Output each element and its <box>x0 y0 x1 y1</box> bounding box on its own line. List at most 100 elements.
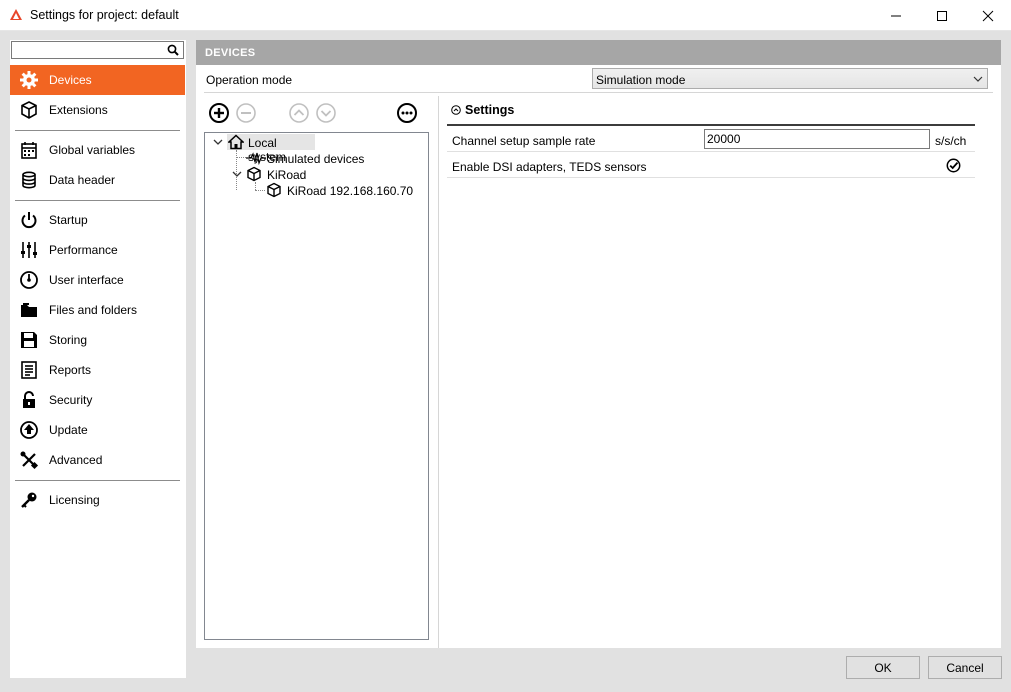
sidebar-item-label: Update <box>49 423 88 437</box>
lock-icon <box>19 390 39 410</box>
plus-circle-icon <box>209 103 229 123</box>
sidebar: Devices Extensions Global variables Data… <box>10 40 186 678</box>
sidebar-item-label: Security <box>49 393 93 407</box>
cancel-button[interactable]: Cancel <box>928 656 1002 679</box>
section-title: DEVICES <box>196 40 1001 65</box>
sidebar-item-label: Storing <box>49 333 88 347</box>
sample-rate-field <box>704 129 930 149</box>
minus-circle-icon <box>236 103 256 123</box>
sidebar-divider <box>15 130 180 131</box>
sidebar-item-label: Reports <box>49 363 92 377</box>
database-icon <box>19 170 39 190</box>
sidebar-item-label: Advanced <box>49 453 103 467</box>
ok-button[interactable]: OK <box>846 656 920 679</box>
sidebar-divider <box>15 480 180 481</box>
close-button[interactable] <box>965 0 1011 31</box>
more-options-button[interactable] <box>396 102 418 124</box>
maximize-button[interactable] <box>919 0 965 31</box>
dsi-adapters-row: Enable DSI adapters, TEDS sensors <box>447 153 975 178</box>
tree-connector <box>255 182 256 190</box>
operation-mode-row: Operation mode Simulation mode <box>196 67 1001 91</box>
sidebar-item-storing[interactable]: Storing <box>10 325 185 355</box>
sidebar-item-data-header[interactable]: Data header <box>10 165 185 195</box>
calendar-icon <box>19 140 39 160</box>
sidebar-item-label: Licensing <box>49 493 100 507</box>
operation-mode-select[interactable]: Simulation mode <box>592 68 988 89</box>
chevron-down-icon <box>973 76 983 82</box>
search-icon[interactable] <box>167 44 179 56</box>
tree-connector <box>255 190 265 191</box>
search-box <box>11 41 184 59</box>
tree-node-label: Simulated devices <box>267 152 365 166</box>
folder-icon <box>19 300 39 320</box>
sidebar-item-label: Performance <box>49 243 118 257</box>
panel-splitter[interactable] <box>438 96 439 648</box>
tree-node-kiroad[interactable]: KiRoad <box>246 166 326 182</box>
tree-node-kiroad-device[interactable]: KiRoad 192.168.160.70 <box>266 182 416 198</box>
settings-title: Settings <box>465 103 515 117</box>
sliders-icon <box>19 240 39 260</box>
sidebar-item-extensions[interactable]: Extensions <box>10 95 185 125</box>
devices-panel: DEVICES Operation mode Simulation mode L… <box>196 40 1001 648</box>
sidebar-item-label: Data header <box>49 173 116 187</box>
minimize-icon <box>891 15 901 16</box>
app-logo-icon <box>10 9 22 20</box>
gear-icon <box>19 70 39 90</box>
divider <box>447 124 975 126</box>
waveform-icon <box>246 152 266 165</box>
sidebar-item-label: Startup <box>49 213 88 227</box>
sidebar-item-startup[interactable]: Startup <box>10 205 185 235</box>
tools-icon <box>19 450 39 470</box>
tree-node-simulated-devices[interactable]: Simulated devices <box>246 150 366 166</box>
chevron-down-icon[interactable] <box>213 137 223 147</box>
document-icon <box>19 360 39 380</box>
cube-icon <box>19 100 39 120</box>
tree-node-label: KiRoad 192.168.160.70 <box>287 184 414 198</box>
search-input[interactable] <box>12 42 162 58</box>
sidebar-item-devices[interactable]: Devices <box>10 65 185 95</box>
sidebar-item-label: Global variables <box>49 143 136 157</box>
more-icon <box>397 103 417 123</box>
window-title: Settings for project: default <box>30 8 179 22</box>
add-device-button[interactable] <box>208 102 230 124</box>
sidebar-item-security[interactable]: Security <box>10 385 185 415</box>
cube-icon <box>247 166 261 182</box>
chevron-up-circle-icon <box>289 103 309 123</box>
divider <box>204 92 993 93</box>
sample-rate-unit: s/s/ch <box>935 134 967 148</box>
dsi-adapters-label: Enable DSI adapters, TEDS sensors <box>452 160 647 174</box>
minimize-button[interactable] <box>873 0 919 31</box>
chevron-down-icon[interactable] <box>232 169 242 179</box>
sample-rate-input[interactable] <box>705 130 925 148</box>
sidebar-item-label: User interface <box>49 273 124 287</box>
gauge-icon <box>19 270 39 290</box>
tree-node-local-system[interactable]: Local system <box>227 134 315 164</box>
update-icon <box>19 420 39 440</box>
tree-node-label: KiRoad <box>267 168 307 182</box>
sidebar-item-label: Extensions <box>49 103 108 117</box>
sidebar-item-files-and-folders[interactable]: Files and folders <box>10 295 185 325</box>
operation-mode-label: Operation mode <box>206 73 293 87</box>
sidebar-item-update[interactable]: Update <box>10 415 185 445</box>
title-bar: Settings for project: default <box>0 0 1011 31</box>
chevron-down-circle-icon <box>316 103 336 123</box>
sidebar-item-licensing[interactable]: Licensing <box>10 485 185 515</box>
collapse-icon <box>451 105 461 115</box>
sidebar-item-user-interface[interactable]: User interface <box>10 265 185 295</box>
sidebar-item-advanced[interactable]: Advanced <box>10 445 185 475</box>
key-icon <box>19 490 39 510</box>
save-icon <box>19 330 39 350</box>
move-up-button[interactable] <box>288 102 310 124</box>
sidebar-item-reports[interactable]: Reports <box>10 355 185 385</box>
sidebar-item-performance[interactable]: Performance <box>10 235 185 265</box>
sample-rate-row: Channel setup sample rate s/s/ch <box>447 127 975 152</box>
device-tree: Local system Simulated devices KiRoad Ki… <box>204 132 429 640</box>
check-circle-icon[interactable] <box>946 158 961 173</box>
sidebar-item-global-variables[interactable]: Global variables <box>10 135 185 165</box>
close-icon <box>982 10 994 21</box>
sample-rate-label: Channel setup sample rate <box>452 134 596 148</box>
sidebar-divider <box>15 200 180 201</box>
settings-frame: Devices Extensions Global variables Data… <box>0 31 1011 692</box>
remove-device-button[interactable] <box>235 102 257 124</box>
move-down-button[interactable] <box>315 102 337 124</box>
